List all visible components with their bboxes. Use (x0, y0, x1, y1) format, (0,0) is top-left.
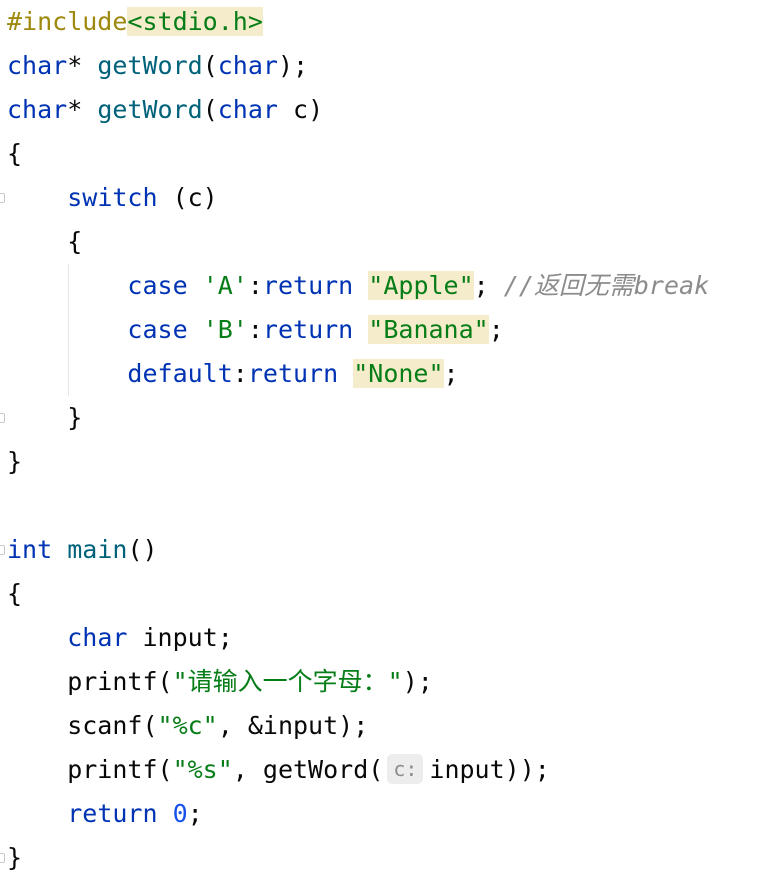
code-line[interactable]: int main() (7, 528, 158, 572)
string-literal: <stdio.h> (127, 7, 263, 36)
keyword-token: case (127, 271, 188, 300)
code-token: ); (277, 51, 309, 80)
code-token: ; (187, 799, 203, 828)
code-token: input)); (429, 755, 550, 784)
code-token: : (247, 271, 263, 300)
code-token: #include (7, 7, 128, 36)
keyword-token: switch (67, 183, 158, 212)
code-token: { (7, 579, 23, 608)
code-token: , &input); (217, 711, 369, 740)
code-token: c) (277, 95, 324, 124)
fold-marker-icon[interactable] (0, 545, 5, 555)
code-line[interactable]: { (7, 132, 22, 176)
function-name: getWord (97, 51, 203, 80)
code-editor[interactable]: #include<stdio.h> char* getWord(char); cha… (0, 0, 784, 878)
code-token: ; (488, 315, 504, 344)
code-token: () (127, 535, 158, 564)
keyword-token: char (67, 623, 128, 652)
keyword-token: char (7, 51, 68, 80)
code-token: { (7, 139, 23, 168)
code-token: } (7, 843, 23, 872)
code-line[interactable]: #include<stdio.h> (7, 0, 263, 44)
fold-marker-icon[interactable] (0, 413, 5, 423)
keyword-token: return (247, 359, 339, 388)
parameter-hint: c: (387, 754, 424, 784)
code-token: ; (473, 271, 504, 300)
code-line[interactable]: return 0; (7, 792, 203, 836)
string-literal: "None" (353, 359, 444, 388)
function-name: main (67, 535, 128, 564)
code-token: (c) (157, 183, 218, 212)
code-line[interactable]: case 'A':return "Apple"; //返回无需break (7, 264, 709, 308)
code-line[interactable]: char* getWord(char); (7, 44, 308, 88)
string-literal: 'B' (202, 315, 248, 344)
code-token: * (67, 95, 98, 124)
code-token: : (247, 315, 263, 344)
keyword-token: char (217, 51, 278, 80)
fold-marker-icon[interactable] (0, 853, 5, 863)
string-literal: "%c" (157, 711, 218, 740)
keyword-token: case (127, 315, 188, 344)
code-token: printf( (7, 667, 173, 696)
string-literal: "Banana" (368, 315, 489, 344)
fold-marker-icon[interactable] (0, 193, 5, 203)
code-token: ( (202, 51, 218, 80)
string-literal: "Apple" (368, 271, 474, 300)
function-name: getWord (97, 95, 203, 124)
code-line[interactable]: char* getWord(char c) (7, 88, 323, 132)
code-token: printf( (7, 755, 173, 784)
keyword-token: char (7, 95, 68, 124)
keyword-token: char (217, 95, 278, 124)
keyword-token: default (127, 359, 233, 388)
string-literal: 'A' (202, 271, 248, 300)
code-line[interactable]: } (7, 396, 82, 440)
code-token: { (7, 227, 83, 256)
code-line[interactable]: printf("%s", getWord(c: input)); (7, 748, 550, 792)
code-token: } (7, 447, 23, 476)
keyword-token: return (262, 271, 354, 300)
string-literal: "请输入一个字母：" (172, 667, 403, 696)
code-line[interactable]: default:return "None"; (7, 352, 459, 396)
code-line[interactable]: switch (c) (7, 176, 218, 220)
code-token: ); (402, 667, 433, 696)
code-line[interactable]: } (7, 440, 22, 484)
code-token: ; (443, 359, 459, 388)
code-line[interactable]: scanf("%c", &input); (7, 704, 368, 748)
code-line[interactable]: } (7, 836, 22, 880)
keyword-token: return (262, 315, 354, 344)
code-token: * (67, 51, 98, 80)
code-token: input; (127, 623, 233, 652)
code-token: ( (202, 95, 218, 124)
code-line[interactable]: char input; (7, 616, 233, 660)
code-token: : (232, 359, 248, 388)
string-literal: "%s" (172, 755, 233, 784)
code-token: } (7, 403, 83, 432)
code-comment: //返回无需break (503, 271, 710, 300)
keyword-token: int (7, 535, 53, 564)
code-line[interactable]: printf("请输入一个字母："); (7, 660, 433, 704)
code-token: scanf( (7, 711, 158, 740)
code-line[interactable]: { (7, 220, 82, 264)
code-token: 0 (172, 799, 188, 828)
code-line[interactable]: { (7, 572, 22, 616)
code-token: , getWord( (232, 755, 384, 784)
keyword-token: return (67, 799, 158, 828)
code-line[interactable]: case 'B':return "Banana"; (7, 308, 504, 352)
